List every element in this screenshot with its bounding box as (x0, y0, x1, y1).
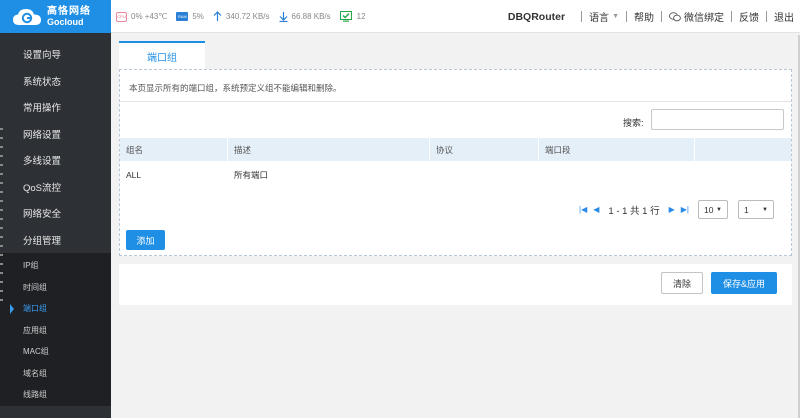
brand-logo[interactable]: 高恪网络 Gocloud (0, 0, 111, 33)
column-header-actions (695, 138, 791, 161)
tab-port-group[interactable]: 端口组 (119, 41, 205, 69)
nav-divider (581, 11, 583, 22)
table-header: 组名 描述 协议 端口段 (120, 138, 791, 161)
port-group-label: 端口组 (23, 304, 47, 314)
first-page-icon[interactable]: |◀ (579, 205, 587, 214)
save-apply-button[interactable]: 保存&应用 (711, 272, 777, 294)
nav-divider (626, 11, 627, 22)
sidebar-item-setup-wizard[interactable]: 设置向导 (0, 41, 111, 68)
page-number-select[interactable]: 1 ▼ (738, 200, 774, 219)
ram-value: 5% (192, 12, 204, 21)
online-devices-icon (339, 11, 353, 22)
cpu-icon: CPU (116, 11, 127, 22)
brand-name-cn: 高恪网络 (47, 5, 91, 17)
last-page-icon[interactable]: ▶| (681, 205, 689, 214)
nav-divider (661, 11, 662, 22)
page-description: 本页显示所有的端口组，系统预定义组不能编辑和删除。 (129, 83, 342, 93)
divider (120, 101, 791, 102)
pagination: |◀ ◀ 1 - 1 共 1 行 ▶ ▶| 10 ▼ 1 ▼ (576, 200, 774, 219)
wechat-bind-link[interactable]: 微信绑定 (669, 9, 724, 24)
sidebar-subitem-mac-group[interactable]: MAC组 (0, 341, 111, 363)
next-page-icon[interactable]: ▶ (669, 205, 675, 214)
top-header: 高恪网络 Gocloud CPU 0% +43℃ RAM 5% 340.72 K… (0, 0, 800, 33)
cell-group-name: ALL (126, 170, 142, 180)
upload-stat: 340.72 KB/s (213, 11, 270, 22)
brand-name-en: Gocloud (47, 16, 84, 27)
cell-description: 所有端口 (234, 170, 269, 180)
sidebar-item-multiline-settings[interactable]: 多线设置 (0, 147, 111, 174)
page-size-value: 10 (704, 204, 714, 215)
page-size-select[interactable]: 10 ▼ (698, 200, 728, 219)
clear-button[interactable]: 清除 (661, 272, 703, 294)
main-content: 端口组 本页显示所有的端口组，系统预定义组不能编辑和删除。 搜索: 组名 描述 … (111, 33, 800, 418)
download-stat: 66.88 KB/s (279, 11, 331, 22)
download-arrow-icon (279, 11, 288, 22)
page-info: 1 - 1 共 1 行 (608, 205, 660, 217)
sidebar-subitem-port-group[interactable]: 端口组 (0, 298, 111, 320)
language-menu[interactable]: 语言 ▼ (589, 9, 619, 24)
active-arrow-icon (10, 304, 14, 314)
upload-arrow-icon (213, 11, 222, 22)
sidebar-subitem-domain-group[interactable]: 域名组 (0, 363, 111, 385)
cpu-stat: CPU 0% +43℃ (116, 11, 168, 22)
search-label: 搜索: (623, 118, 644, 128)
help-link[interactable]: 帮助 (634, 9, 654, 24)
wechat-icon (669, 11, 681, 22)
table-row[interactable]: ALL 所有端口 (120, 163, 791, 187)
cell-protocol (430, 163, 539, 187)
sidebar-subitem-ip-group[interactable]: IP组 (0, 255, 111, 277)
status-bar: CPU 0% +43℃ RAM 5% 340.72 KB/s 66.88 KB/… (116, 0, 375, 33)
temperature-value: +43℃ (144, 12, 168, 21)
action-bar: 清除 保存&应用 (119, 264, 792, 305)
ram-icon: RAM (176, 12, 189, 21)
cpu-value: 0% (131, 12, 143, 21)
column-header-description[interactable]: 描述 (228, 138, 430, 161)
page-number-value: 1 (744, 204, 749, 215)
download-value: 66.88 KB/s (291, 12, 331, 21)
online-devices-stat: 12 (339, 11, 366, 22)
sidebar-subitem-time-group[interactable]: 时间组 (0, 277, 111, 299)
sidebar-item-system-status[interactable]: 系统状态 (0, 68, 111, 95)
wechat-bind-label: 微信绑定 (684, 13, 724, 24)
column-header-protocol[interactable]: 协议 (430, 138, 539, 161)
sidebar-subitem-app-group[interactable]: 应用组 (0, 320, 111, 342)
sidebar-edge-marks (0, 128, 3, 303)
feedback-link[interactable]: 反馈 (739, 9, 759, 24)
sidebar-subitem-line-group[interactable]: 线路组 (0, 384, 111, 406)
router-name: DBQRouter (507, 10, 566, 23)
ram-stat: RAM 5% (176, 12, 204, 21)
column-header-name[interactable]: 组名 (120, 138, 228, 161)
cloud-logo-icon (12, 7, 42, 27)
nav-divider (766, 11, 767, 22)
header-nav: DBQRouter 语言 ▼ 帮助 微信绑定 反馈 退出 (508, 0, 800, 33)
column-header-port-range[interactable]: 端口段 (539, 138, 695, 161)
sidebar: 设置向导 系统状态 常用操作 网络设置 多线设置 QoS流控 网络安全 分组管理… (0, 33, 111, 418)
language-label: 语言 (589, 13, 610, 24)
group-management-submenu: IP组 时间组 端口组 应用组 MAC组 域名组 线路组 (0, 253, 111, 406)
chevron-down-icon: ▼ (762, 206, 768, 213)
online-devices-value: 12 (356, 12, 366, 21)
cell-actions (695, 163, 791, 187)
nav-divider (731, 11, 732, 22)
cell-port-range (539, 163, 695, 187)
sidebar-item-common-operations[interactable]: 常用操作 (0, 94, 111, 121)
sidebar-item-network-security[interactable]: 网络安全 (0, 200, 111, 227)
port-group-panel: 本页显示所有的端口组，系统预定义组不能编辑和删除。 搜索: 组名 描述 协议 端… (119, 69, 792, 256)
chevron-down-icon: ▼ (612, 13, 619, 20)
sidebar-item-qos[interactable]: QoS流控 (0, 174, 111, 201)
add-button[interactable]: 添加 (126, 230, 165, 250)
sidebar-item-group-management[interactable]: 分组管理 (0, 227, 111, 254)
chevron-down-icon: ▼ (716, 206, 722, 213)
search-input[interactable] (651, 109, 784, 130)
upload-value: 340.72 KB/s (225, 12, 270, 21)
logout-link[interactable]: 退出 (774, 9, 794, 24)
prev-page-icon[interactable]: ◀ (593, 205, 599, 214)
sidebar-item-network-settings[interactable]: 网络设置 (0, 121, 111, 148)
